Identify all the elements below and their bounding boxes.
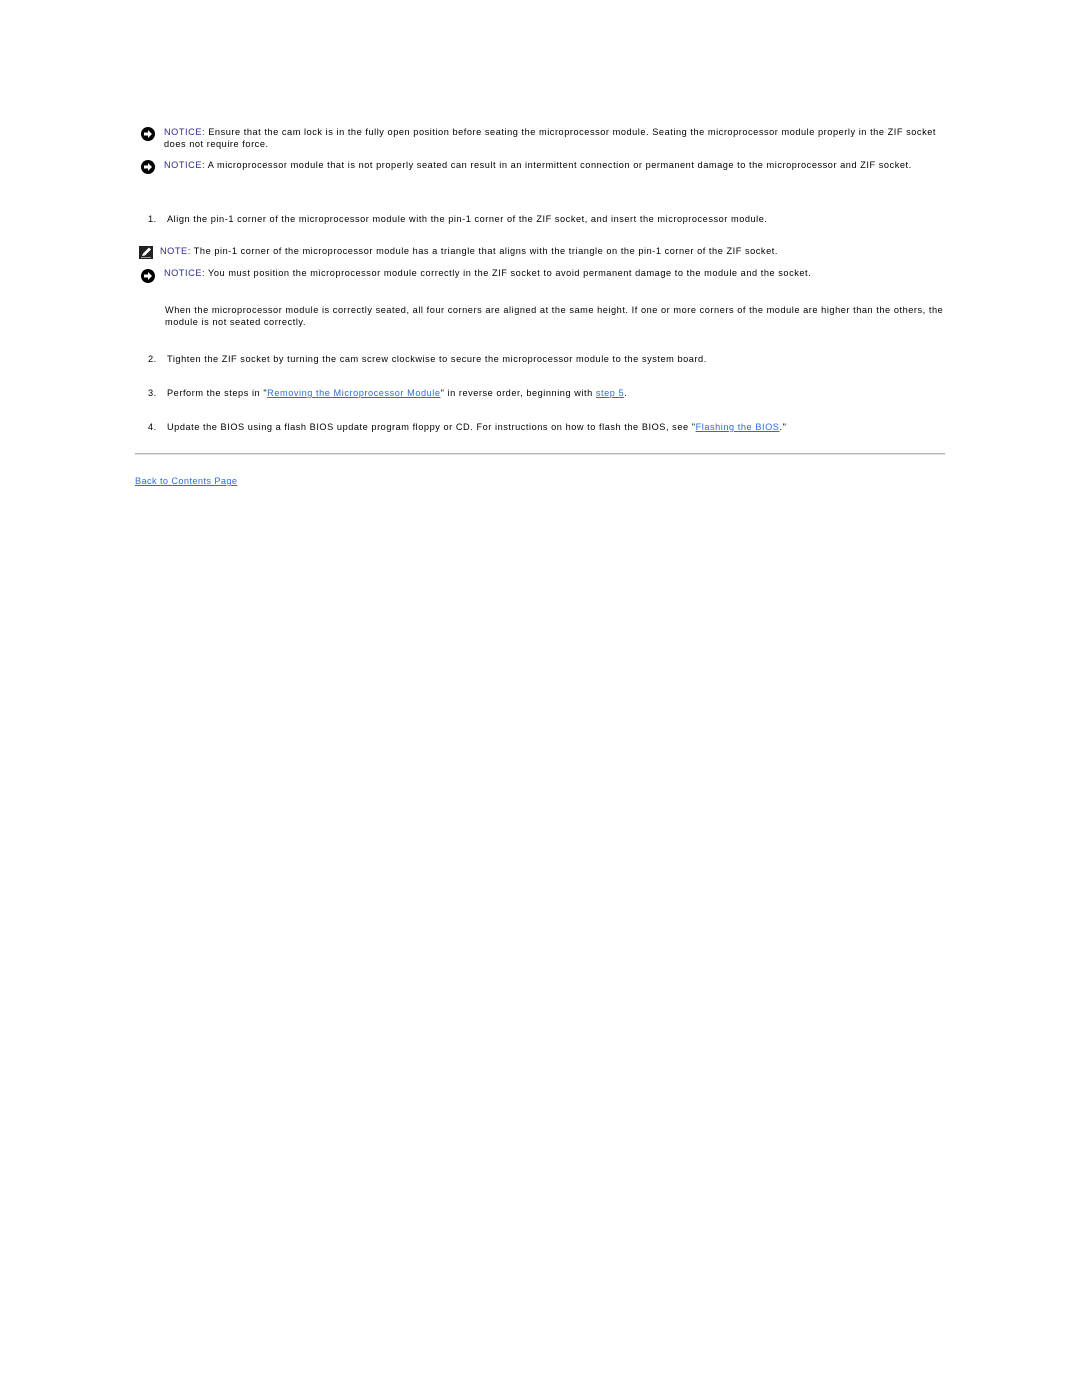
step-number: 4. [148,422,157,432]
step-text: Perform the steps in "Removing the Micro… [167,388,627,400]
step-text: Align the pin-1 corner of the microproce… [167,214,768,224]
step-text-part: Update the BIOS using a flash BIOS updat… [167,422,696,432]
notice-label: NOTICE: [164,268,206,278]
step-1: 1. Align the pin-1 corner of the micropr… [148,214,948,226]
notice-arrow-icon [141,160,155,174]
notice-label: NOTICE: [164,127,206,137]
notice-callout: NOTICE: Ensure that the cam lock is in t… [140,127,945,150]
step-4: 4. Update the BIOS using a flash BIOS up… [148,422,948,434]
notice-text: A microprocessor module that is not prop… [205,160,912,170]
step-3: 3. Perform the steps in "Removing the Mi… [148,388,948,400]
note-text: The pin-1 corner of the microprocessor m… [190,246,778,256]
notice-text: You must position the microprocessor mod… [205,268,812,278]
step-text-part: . [624,388,628,398]
notice-text: Ensure that the cam lock is in the fully… [164,127,936,149]
note-callout: NOTE: The pin-1 corner of the microproce… [139,246,944,259]
horizontal-divider [135,453,945,455]
step-text-part: ." [779,422,787,432]
step-text-part: Perform the steps in " [167,388,268,398]
notice-callout: NOTICE: You must position the microproce… [140,268,945,283]
step-number: 2. [148,354,157,364]
back-to-contents-link[interactable]: Back to Contents Page [135,476,237,486]
notice-arrow-icon [141,127,155,141]
step-5-link[interactable]: step 5 [596,388,624,398]
step-2: 2. Tighten the ZIF socket by turning the… [148,354,948,366]
notice-label: NOTICE: [164,160,206,170]
note-pencil-icon [139,246,153,259]
step-text: Update the BIOS using a flash BIOS updat… [167,422,786,434]
step-number: 3. [148,388,157,398]
step-number: 1. [148,214,157,224]
step-text-part: " in reverse order, beginning with [440,388,596,398]
note-label: NOTE: [160,246,191,256]
step-text: Tighten the ZIF socket by turning the ca… [167,354,707,364]
seating-paragraph: When the microprocessor module is correc… [165,305,944,327]
notice-callout: NOTICE: A microprocessor module that is … [140,160,945,174]
removing-microprocessor-link[interactable]: Removing the Microprocessor Module [267,388,440,398]
flashing-bios-link[interactable]: Flashing the BIOS [696,422,780,432]
notice-arrow-icon [141,269,155,283]
